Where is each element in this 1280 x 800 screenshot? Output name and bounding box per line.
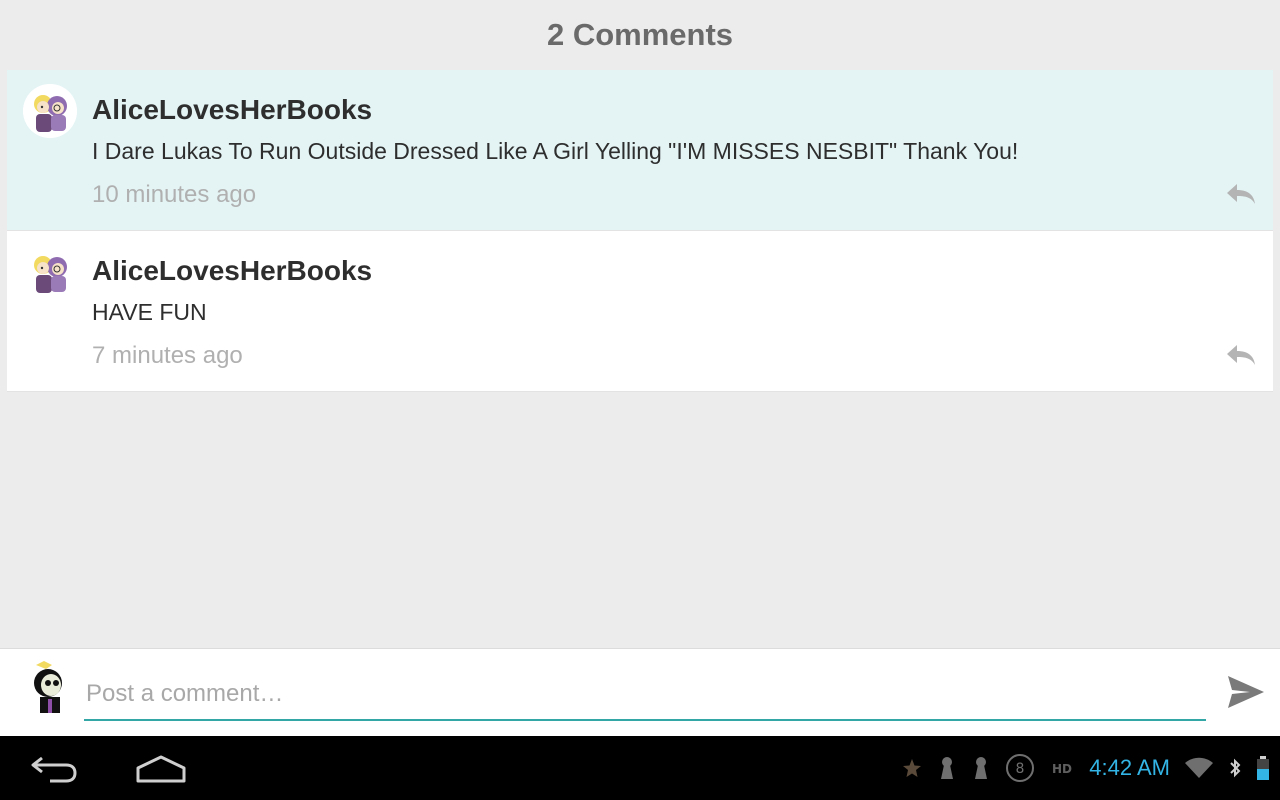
- back-button[interactable]: [30, 754, 78, 789]
- home-button[interactable]: [134, 754, 188, 789]
- comments-count-title: 2 Comments: [546, 17, 734, 52]
- battery-icon: [1257, 756, 1269, 780]
- avatar[interactable]: [23, 84, 77, 138]
- comment-item[interactable]: AliceLovesHerBooks HAVE FUN 7 minutes ag…: [7, 231, 1273, 392]
- cartoon-skull-avatar-icon: [34, 661, 62, 713]
- comment-timestamp: 10 minutes ago: [92, 181, 257, 208]
- bluetooth-icon: [1230, 758, 1241, 778]
- comment-author[interactable]: AliceLovesHerBooks: [92, 255, 372, 287]
- hd-icon: HD: [1052, 762, 1072, 776]
- comment-timestamp: 7 minutes ago: [92, 342, 243, 369]
- badge-8-icon: 8: [1006, 754, 1035, 782]
- comment-input[interactable]: [84, 669, 1206, 721]
- home-icon: [136, 755, 186, 783]
- reply-icon[interactable]: [1225, 182, 1257, 206]
- reply-icon[interactable]: [1225, 343, 1257, 367]
- status-area: 8 HD 4:42 AM: [901, 736, 1270, 800]
- keyhole-icon: [941, 757, 954, 779]
- comment-text: HAVE FUN: [92, 299, 207, 325]
- comment-item[interactable]: AliceLovesHerBooks I Dare Lukas To Run O…: [7, 70, 1273, 231]
- comment-text: I Dare Lukas To Run Outside Dressed Like…: [92, 138, 1019, 164]
- wifi-icon: [1185, 757, 1213, 778]
- svg-text:HD: HD: [1052, 762, 1072, 776]
- star-notification-icon: [903, 759, 922, 777]
- cartoon-couple-avatar-icon: [34, 256, 67, 293]
- cartoon-couple-avatar-icon: [23, 84, 77, 138]
- svg-text:8: 8: [1016, 761, 1025, 777]
- comment-composer: [0, 648, 1280, 737]
- send-arrow-icon: [1228, 676, 1264, 708]
- avatar[interactable]: [23, 245, 77, 299]
- user-avatar: [26, 659, 74, 715]
- send-button[interactable]: [1226, 672, 1266, 712]
- screen: 2 Comments AliceLovesHerBooks I Dare Luk…: [0, 0, 1280, 800]
- comment-author[interactable]: AliceLovesHerBooks: [92, 94, 372, 126]
- keyhole-icon: [975, 757, 988, 779]
- back-icon: [31, 756, 77, 783]
- system-navigation-bar: 8 HD 4:42 AM: [0, 736, 1280, 800]
- status-clock: 4:42 AM: [1089, 755, 1170, 780]
- comment-list: AliceLovesHerBooks I Dare Lukas To Run O…: [7, 70, 1273, 392]
